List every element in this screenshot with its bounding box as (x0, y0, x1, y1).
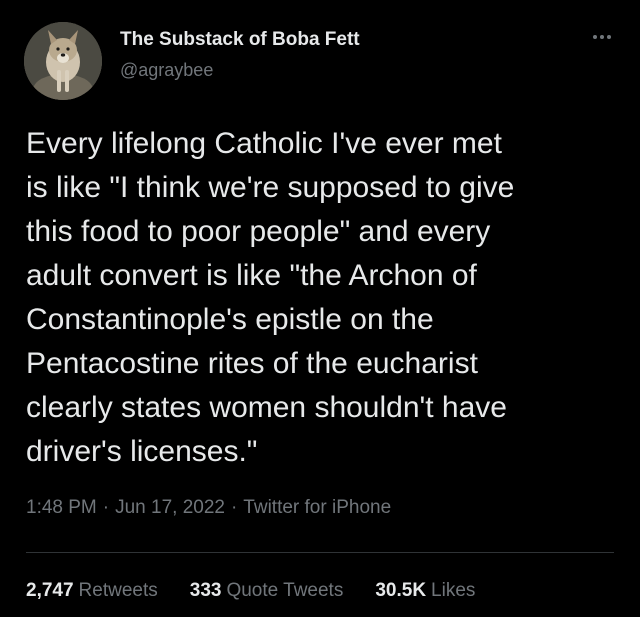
quote-tweets-stat[interactable]: 333 Quote Tweets (190, 580, 344, 602)
meta-separator: · (102, 497, 110, 518)
meta-separator: · (230, 497, 238, 518)
author-handle[interactable]: @agraybee (120, 60, 213, 81)
more-options-button[interactable] (589, 30, 615, 44)
likes-label: Likes (431, 580, 476, 601)
divider (26, 552, 614, 553)
quote-tweets-label: Quote Tweets (226, 580, 344, 601)
retweets-label: Retweets (78, 580, 158, 601)
likes-count: 30.5K (375, 580, 427, 601)
tweet-time[interactable]: 1:48 PM (26, 497, 97, 518)
tweet-text: Every lifelong Catholic I've ever met is… (26, 127, 515, 468)
retweets-stat[interactable]: 2,747 Retweets (26, 580, 158, 602)
tweet-card: The Substack of Boba Fett @agraybee Ever… (0, 0, 640, 617)
tweet-date[interactable]: Jun 17, 2022 (115, 497, 225, 518)
quote-tweets-count: 333 (189, 580, 222, 601)
tweet-source[interactable]: Twitter for iPhone (243, 497, 391, 518)
retweets-count: 2,747 (26, 580, 74, 601)
tweet-stats: 2,747 Retweets 333 Quote Tweets 30.5K Likes (26, 580, 507, 602)
dog-avatar-image (24, 22, 102, 100)
more-horizontal-icon (593, 35, 611, 39)
author-display-name[interactable]: The Substack of Boba Fett (120, 29, 360, 51)
likes-stat[interactable]: 30.5K Likes (375, 580, 475, 602)
tweet-metadata: 1:48 PM · Jun 17, 2022 · Twitter for iPhone (26, 497, 391, 519)
avatar[interactable] (24, 22, 102, 100)
